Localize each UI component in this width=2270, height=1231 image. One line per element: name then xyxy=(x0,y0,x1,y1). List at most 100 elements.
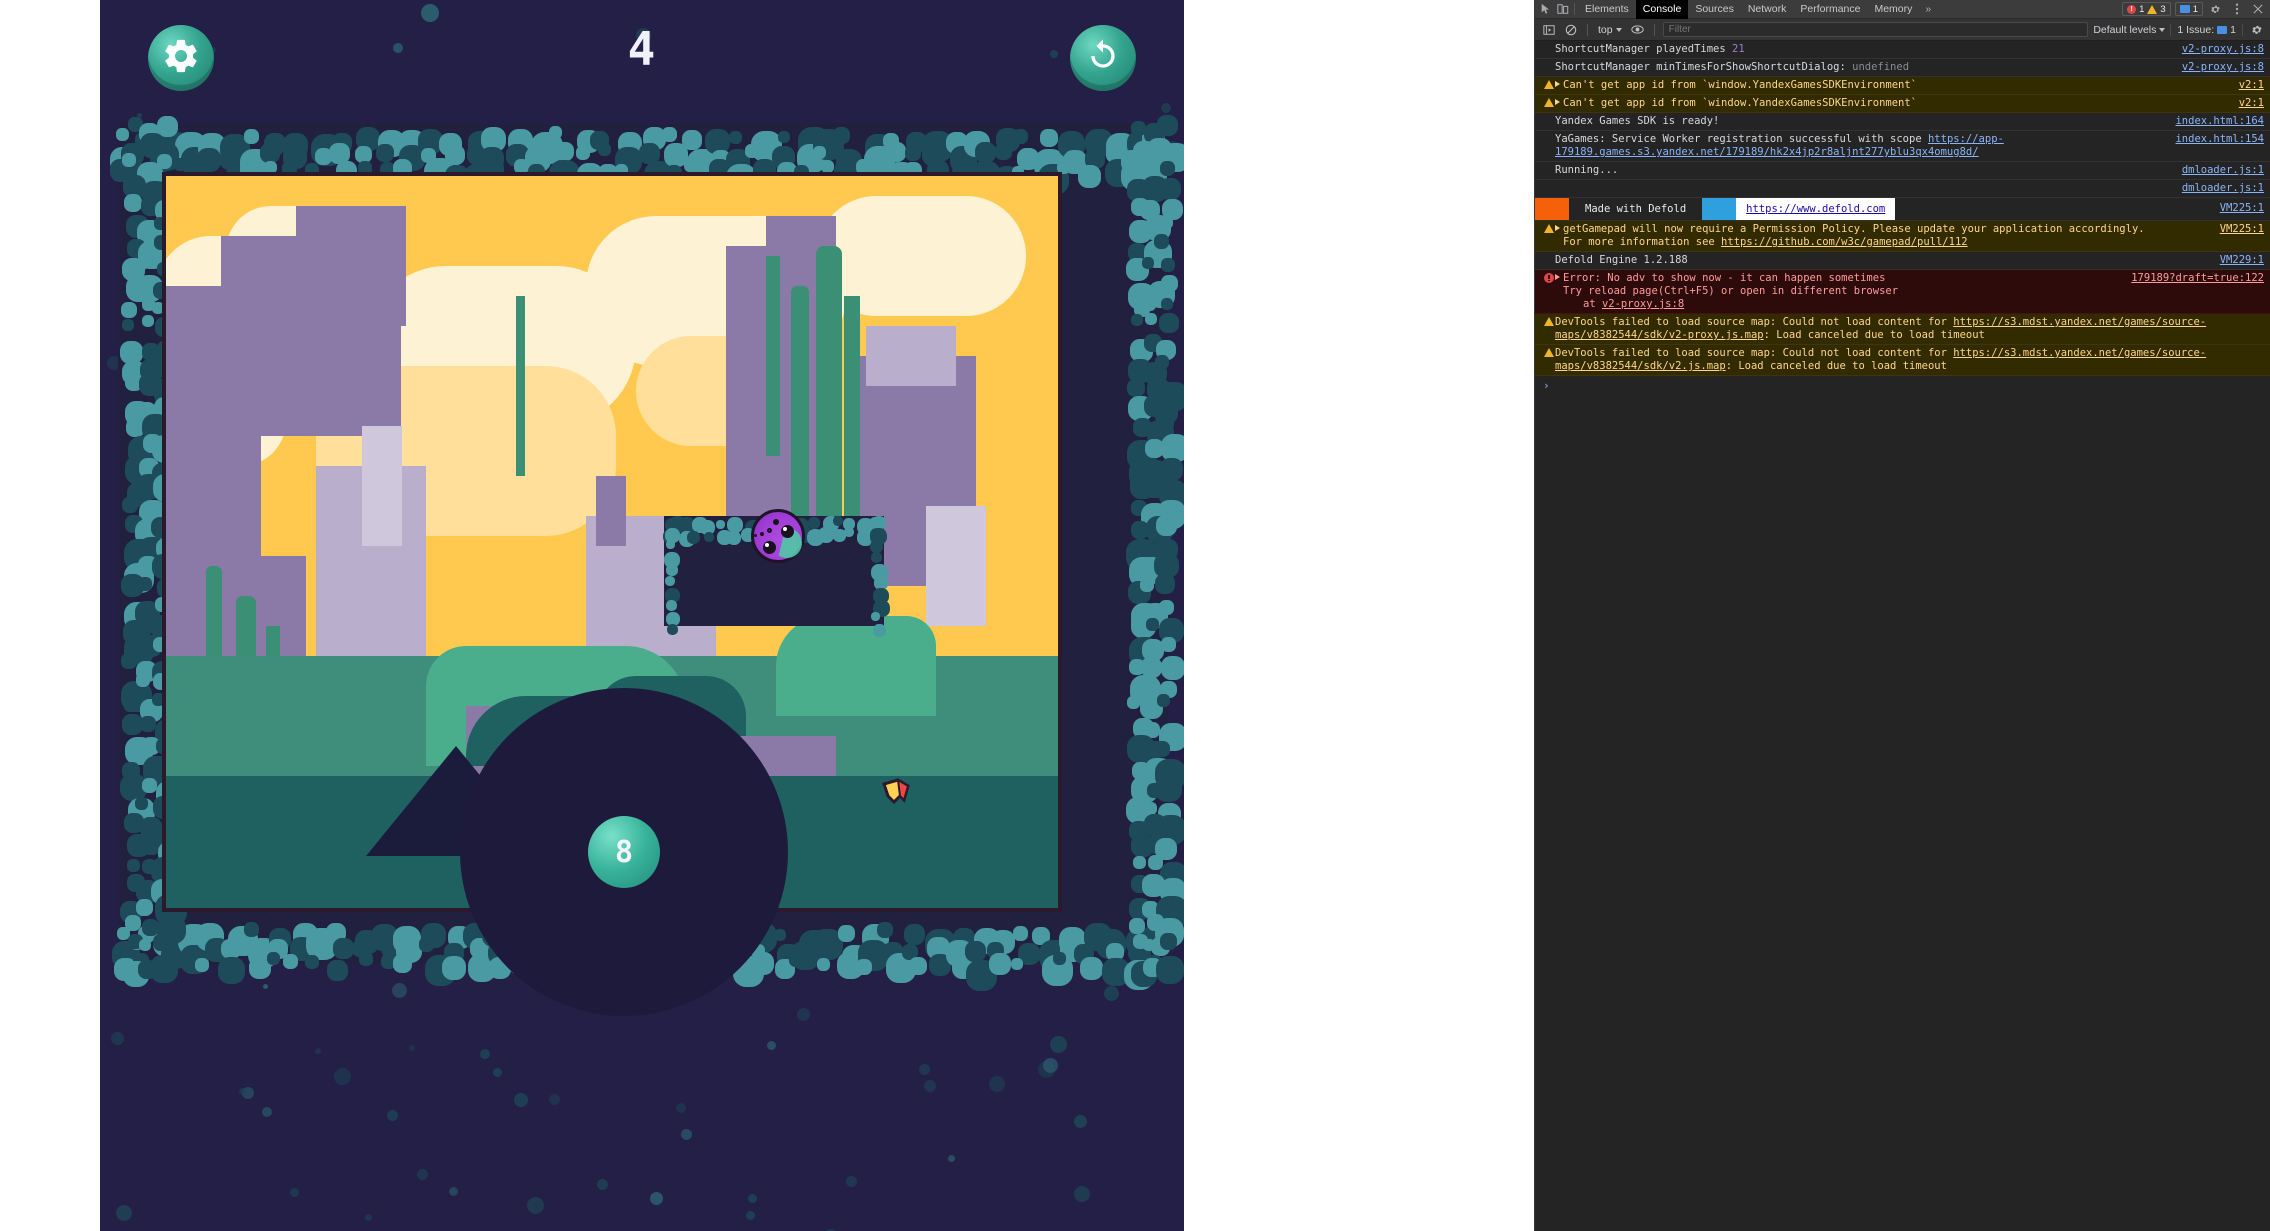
execution-context-select[interactable]: top xyxy=(1596,24,1624,36)
search-input[interactable] xyxy=(1662,22,2089,37)
tab-performance[interactable]: Performance xyxy=(1793,0,1867,19)
error-icon xyxy=(1544,273,1554,283)
expand-arrow-icon[interactable] xyxy=(1555,225,1560,231)
foliage-pixel xyxy=(136,258,148,270)
foliage-pixel xyxy=(1133,856,1146,869)
stack-link[interactable]: v2-proxy.js:8 xyxy=(1602,298,1684,310)
restart-button[interactable] xyxy=(1070,25,1136,91)
source-link[interactable]: index.html:164 xyxy=(2175,115,2264,128)
foliage-pixel xyxy=(124,194,142,212)
inspect-element-icon[interactable] xyxy=(1537,1,1554,17)
source-link[interactable]: VM229:1 xyxy=(2220,254,2264,267)
device-toolbar-icon[interactable] xyxy=(1554,1,1571,17)
foliage-pixel xyxy=(267,952,280,965)
log-levels-select[interactable]: Default levels xyxy=(2093,23,2166,36)
console-message-text: Can't get app id from `window.YandexGame… xyxy=(1555,97,2231,110)
foliage-pixel xyxy=(716,520,725,529)
player-spot xyxy=(754,534,757,537)
foliage-pixel xyxy=(142,315,154,327)
error-warning-counter[interactable]: ! 1 3 xyxy=(2122,2,2171,16)
console-row[interactable]: Yandex Games SDK is ready! index.html:16… xyxy=(1535,113,2270,131)
foliage-pixel xyxy=(1053,952,1066,965)
foliage-pixel xyxy=(1131,314,1143,326)
console-row-banner[interactable]: Made with Defold https://www.defold.com … xyxy=(1535,198,2270,221)
console-row-warning[interactable]: DevTools failed to load source map: Coul… xyxy=(1535,345,2270,376)
console-message-list[interactable]: ShortcutManager playedTimes 21 v2-proxy.… xyxy=(1535,41,2270,395)
foliage-pixel xyxy=(965,941,986,962)
console-row[interactable]: Running... dmloader.js:1 xyxy=(1535,162,2270,180)
more-options-icon[interactable] xyxy=(2228,1,2245,17)
source-link[interactable]: v2:1 xyxy=(2239,97,2264,110)
source-link[interactable]: dmloader.js:1 xyxy=(2182,164,2264,177)
console-row[interactable]: YaGames: Service Worker registration suc… xyxy=(1535,131,2270,162)
defold-link[interactable]: https://www.defold.com xyxy=(1746,203,1885,216)
source-link[interactable]: VM225:1 xyxy=(2220,223,2264,236)
row-gutter xyxy=(1543,223,1555,233)
foliage-pixel xyxy=(576,146,590,160)
source-link[interactable]: v2:1 xyxy=(2239,79,2264,92)
ball-counter[interactable]: 8 xyxy=(588,816,660,888)
close-icon[interactable] xyxy=(2249,1,2266,17)
row-gutter xyxy=(1543,182,1555,183)
foliage-pixel xyxy=(244,129,259,144)
foliage-pixel xyxy=(1161,298,1173,310)
console-row-warning[interactable]: Can't get app id from `window.YandexGame… xyxy=(1535,95,2270,113)
source-link[interactable]: VM225:1 xyxy=(2220,198,2270,215)
error-count: 1 xyxy=(2139,3,2145,15)
console-row[interactable]: ShortcutManager minTimesForShowShortcutD… xyxy=(1535,59,2270,77)
more-tabs-button[interactable]: » xyxy=(1919,3,1937,15)
game-canvas[interactable]: 4 8 xyxy=(100,0,1184,1231)
foliage-pixel xyxy=(122,497,138,513)
foliage-pixel xyxy=(549,126,562,139)
foliage-pixel xyxy=(116,128,129,141)
console-sidebar-icon[interactable] xyxy=(1540,22,1557,38)
foliage-pixel xyxy=(662,127,677,142)
player-ball[interactable] xyxy=(751,509,805,563)
console-row[interactable]: ShortcutManager playedTimes 21 v2-proxy.… xyxy=(1535,41,2270,59)
tab-network[interactable]: Network xyxy=(1741,0,1794,19)
tab-console[interactable]: Console xyxy=(1635,0,1689,19)
console-row[interactable]: dmloader.js:1 xyxy=(1535,180,2270,198)
message-counter[interactable]: 1 xyxy=(2174,2,2203,16)
console-row-warning[interactable]: getGamepad will now require a Permission… xyxy=(1535,221,2270,252)
source-link[interactable]: 179189?draft=true:122 xyxy=(2131,272,2264,285)
devtools-panel[interactable]: Elements Console Sources Network Perform… xyxy=(1534,0,2270,1231)
foliage-pixel xyxy=(221,939,241,959)
expand-arrow-icon[interactable] xyxy=(1555,274,1560,280)
banner-link-area: https://www.defold.com xyxy=(1736,198,1896,220)
console-prompt[interactable]: › xyxy=(1535,376,2270,395)
tab-memory[interactable]: Memory xyxy=(1867,0,1919,19)
message-count: 1 xyxy=(2192,3,2198,15)
console-message-text: DevTools failed to load source map: Coul… xyxy=(1555,347,2256,373)
expand-arrow-icon[interactable] xyxy=(1555,81,1560,87)
gear-icon[interactable] xyxy=(2248,22,2265,38)
clear-console-icon[interactable] xyxy=(1562,22,1579,38)
foliage-pixel xyxy=(139,939,151,951)
source-link[interactable]: dmloader.js:1 xyxy=(2182,182,2264,195)
gear-icon[interactable] xyxy=(2207,1,2224,17)
warning-icon xyxy=(1544,224,1554,233)
tab-sources[interactable]: Sources xyxy=(1688,0,1741,19)
source-link[interactable]: v2-proxy.js:8 xyxy=(2182,61,2264,74)
live-expression-icon[interactable] xyxy=(1629,22,1646,38)
source-link[interactable]: v2-proxy.js:8 xyxy=(2182,43,2264,56)
foliage-pixel xyxy=(1155,775,1182,802)
tab-elements[interactable]: Elements xyxy=(1578,0,1636,19)
inline-link[interactable]: https://github.com/w3c/gamepad/pull/112 xyxy=(1721,236,1968,248)
foliage-pixel xyxy=(818,527,834,543)
foliage-pixel xyxy=(121,302,137,318)
console-row[interactable]: Defold Engine 1.2.188 VM229:1 xyxy=(1535,252,2270,270)
console-row-warning[interactable]: Can't get app id from `window.YandexGame… xyxy=(1535,77,2270,95)
msg-text-line2: Try reload page(Ctrl+F5) or open in diff… xyxy=(1563,285,1899,297)
source-link[interactable]: index.html:154 xyxy=(2175,133,2264,146)
star-pickup[interactable] xyxy=(876,776,916,812)
launcher-area[interactable]: 8 xyxy=(460,688,788,1016)
log-levels-value: Default levels xyxy=(2093,23,2157,36)
console-row-error[interactable]: Error: No adv to show now - it can happe… xyxy=(1535,270,2270,314)
console-row-warning[interactable]: DevTools failed to load source map: Coul… xyxy=(1535,314,2270,345)
msg-text: ShortcutManager minTimesForShowShortcutD… xyxy=(1555,61,1853,73)
expand-arrow-icon[interactable] xyxy=(1555,99,1560,105)
issues-button[interactable]: 1 Issue: 1 xyxy=(2170,23,2243,36)
console-message-text: Can't get app id from `window.YandexGame… xyxy=(1555,79,2231,92)
row-gutter xyxy=(1543,79,1555,89)
